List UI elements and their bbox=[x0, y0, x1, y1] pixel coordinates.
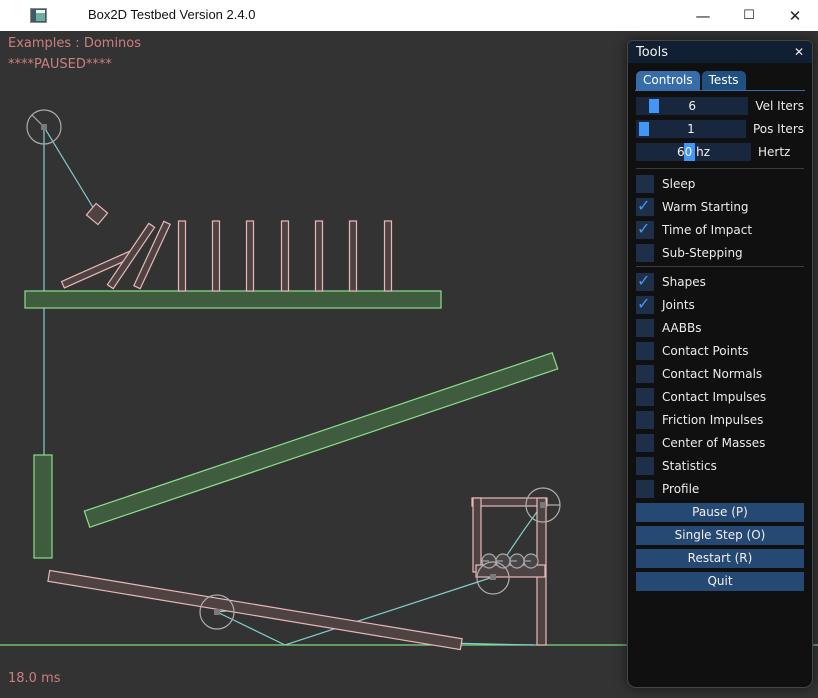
checkbox-label: Statistics bbox=[662, 457, 717, 475]
checkbox-profile[interactable]: ✓ Profile bbox=[636, 480, 804, 498]
title-bar: Box2D Testbed Version 2.4.0 — ☐ ✕ bbox=[0, 0, 818, 31]
tab-bar: Controls Tests bbox=[635, 71, 805, 91]
checkbox-contact-points[interactable]: ✓ Contact Points bbox=[636, 342, 804, 360]
checkmark-icon: ✓ bbox=[637, 196, 650, 215]
checkbox-warm-starting[interactable]: ✓ Warm Starting bbox=[636, 198, 804, 216]
paused-label: ****PAUSED**** bbox=[8, 57, 112, 72]
pos-iters-label: Pos Iters bbox=[753, 120, 804, 138]
tab-controls[interactable]: Controls bbox=[636, 71, 700, 90]
hertz-slider[interactable]: 60 hz bbox=[636, 143, 751, 161]
checkbox-label: Profile bbox=[662, 480, 699, 498]
frame-time-label: 18.0 ms bbox=[8, 671, 61, 686]
quit-button[interactable]: Quit bbox=[636, 572, 804, 591]
checkbox-center-of-masses[interactable]: ✓ Center of Masses bbox=[636, 434, 804, 452]
checkbox-box[interactable]: ✓ bbox=[636, 434, 654, 452]
checkmark-icon: ✓ bbox=[637, 271, 650, 290]
checkbox-statistics[interactable]: ✓ Statistics bbox=[636, 457, 804, 475]
vel-iters-slider-row: 6 Vel Iters bbox=[636, 97, 804, 115]
checkbox-box[interactable]: ✓ bbox=[636, 296, 654, 314]
restart-button[interactable]: Restart (R) bbox=[636, 549, 804, 568]
checkbox-time-of-impact[interactable]: ✓ Time of Impact bbox=[636, 221, 804, 239]
checkbox-box[interactable]: ✓ bbox=[636, 457, 654, 475]
checkbox-label: Friction Impulses bbox=[662, 411, 763, 429]
checkbox-label: Sleep bbox=[662, 175, 695, 193]
vel-iters-value: 6 bbox=[636, 97, 748, 115]
checkbox-box[interactable]: ✓ bbox=[636, 198, 654, 216]
checkbox-box[interactable]: ✓ bbox=[636, 273, 654, 291]
checkbox-box[interactable]: ✓ bbox=[636, 388, 654, 406]
tools-panel: Tools ✕ Controls Tests 6 Vel Iters 1 bbox=[627, 40, 813, 688]
checkbox-box[interactable]: ✓ bbox=[636, 365, 654, 383]
hertz-label: Hertz bbox=[758, 143, 790, 161]
checkbox-box[interactable]: ✓ bbox=[636, 175, 654, 193]
app-window: Examples : Dominos ****PAUSED**** 18.0 m… bbox=[0, 0, 818, 698]
checkbox-label: Contact Normals bbox=[662, 365, 762, 383]
tools-panel-title: Tools bbox=[636, 45, 668, 60]
checkbox-box[interactable]: ✓ bbox=[636, 244, 654, 262]
tab-tests[interactable]: Tests bbox=[702, 71, 746, 90]
checkbox-sleep[interactable]: ✓ Sleep bbox=[636, 175, 804, 193]
checkbox-joints[interactable]: ✓ Joints bbox=[636, 296, 804, 314]
panel-close-icon[interactable]: ✕ bbox=[794, 45, 804, 59]
separator bbox=[636, 266, 804, 267]
pause-button[interactable]: Pause (P) bbox=[636, 503, 804, 522]
checkbox-label: AABBs bbox=[662, 319, 701, 337]
dominoes-fallen bbox=[62, 221, 171, 288]
checkbox-label: Sub-Stepping bbox=[662, 244, 743, 262]
checkbox-label: Joints bbox=[662, 296, 695, 314]
separator bbox=[636, 168, 804, 169]
checkbox-label: Center of Masses bbox=[662, 434, 765, 452]
checkbox-aabbs[interactable]: ✓ AABBs bbox=[636, 319, 804, 337]
vel-iters-label: Vel Iters bbox=[755, 97, 804, 115]
checkbox-label: Contact Points bbox=[662, 342, 749, 360]
pos-iters-slider[interactable]: 1 bbox=[636, 120, 746, 138]
vel-iters-slider[interactable]: 6 bbox=[636, 97, 748, 115]
app-icon bbox=[30, 8, 47, 23]
checkbox-box[interactable]: ✓ bbox=[636, 411, 654, 429]
checkbox-contact-normals[interactable]: ✓ Contact Normals bbox=[636, 365, 804, 383]
dominoes-upright bbox=[179, 221, 392, 291]
tools-panel-header[interactable]: Tools ✕ bbox=[628, 41, 812, 63]
maximize-button[interactable]: ☐ bbox=[726, 0, 772, 31]
checkbox-label: Contact Impulses bbox=[662, 388, 766, 406]
seesaw-plank bbox=[48, 570, 462, 649]
checkbox-box[interactable]: ✓ bbox=[636, 221, 654, 239]
checkbox-friction-impulses[interactable]: ✓ Friction Impulses bbox=[636, 411, 804, 429]
hertz-slider-row: 60 hz Hertz bbox=[636, 143, 804, 161]
domino-platform bbox=[25, 291, 441, 308]
checkbox-sub-stepping[interactable]: ✓ Sub-Stepping bbox=[636, 244, 804, 262]
close-button[interactable]: ✕ bbox=[772, 0, 818, 31]
hertz-value: 60 hz bbox=[636, 143, 751, 161]
checkmark-icon: ✓ bbox=[637, 294, 650, 313]
checkbox-box[interactable]: ✓ bbox=[636, 319, 654, 337]
checkbox-contact-impulses[interactable]: ✓ Contact Impulses bbox=[636, 388, 804, 406]
single-step-button[interactable]: Single Step (O) bbox=[636, 526, 804, 545]
checkbox-label: Warm Starting bbox=[662, 198, 749, 216]
pendulum-box bbox=[86, 203, 107, 224]
checkbox-label: Time of Impact bbox=[662, 221, 752, 239]
example-label: Examples : Dominos bbox=[8, 36, 141, 51]
checkbox-box[interactable]: ✓ bbox=[636, 342, 654, 360]
pos-iters-slider-row: 1 Pos Iters bbox=[636, 120, 804, 138]
pos-iters-value: 1 bbox=[636, 120, 746, 138]
checkbox-box[interactable]: ✓ bbox=[636, 480, 654, 498]
checkbox-label: Shapes bbox=[662, 273, 706, 291]
static-block-left bbox=[34, 455, 52, 558]
checkbox-shapes[interactable]: ✓ Shapes bbox=[636, 273, 804, 291]
minimize-button[interactable]: — bbox=[680, 0, 726, 31]
checkmark-icon: ✓ bbox=[637, 219, 650, 238]
window-title: Box2D Testbed Version 2.4.0 bbox=[88, 7, 255, 22]
